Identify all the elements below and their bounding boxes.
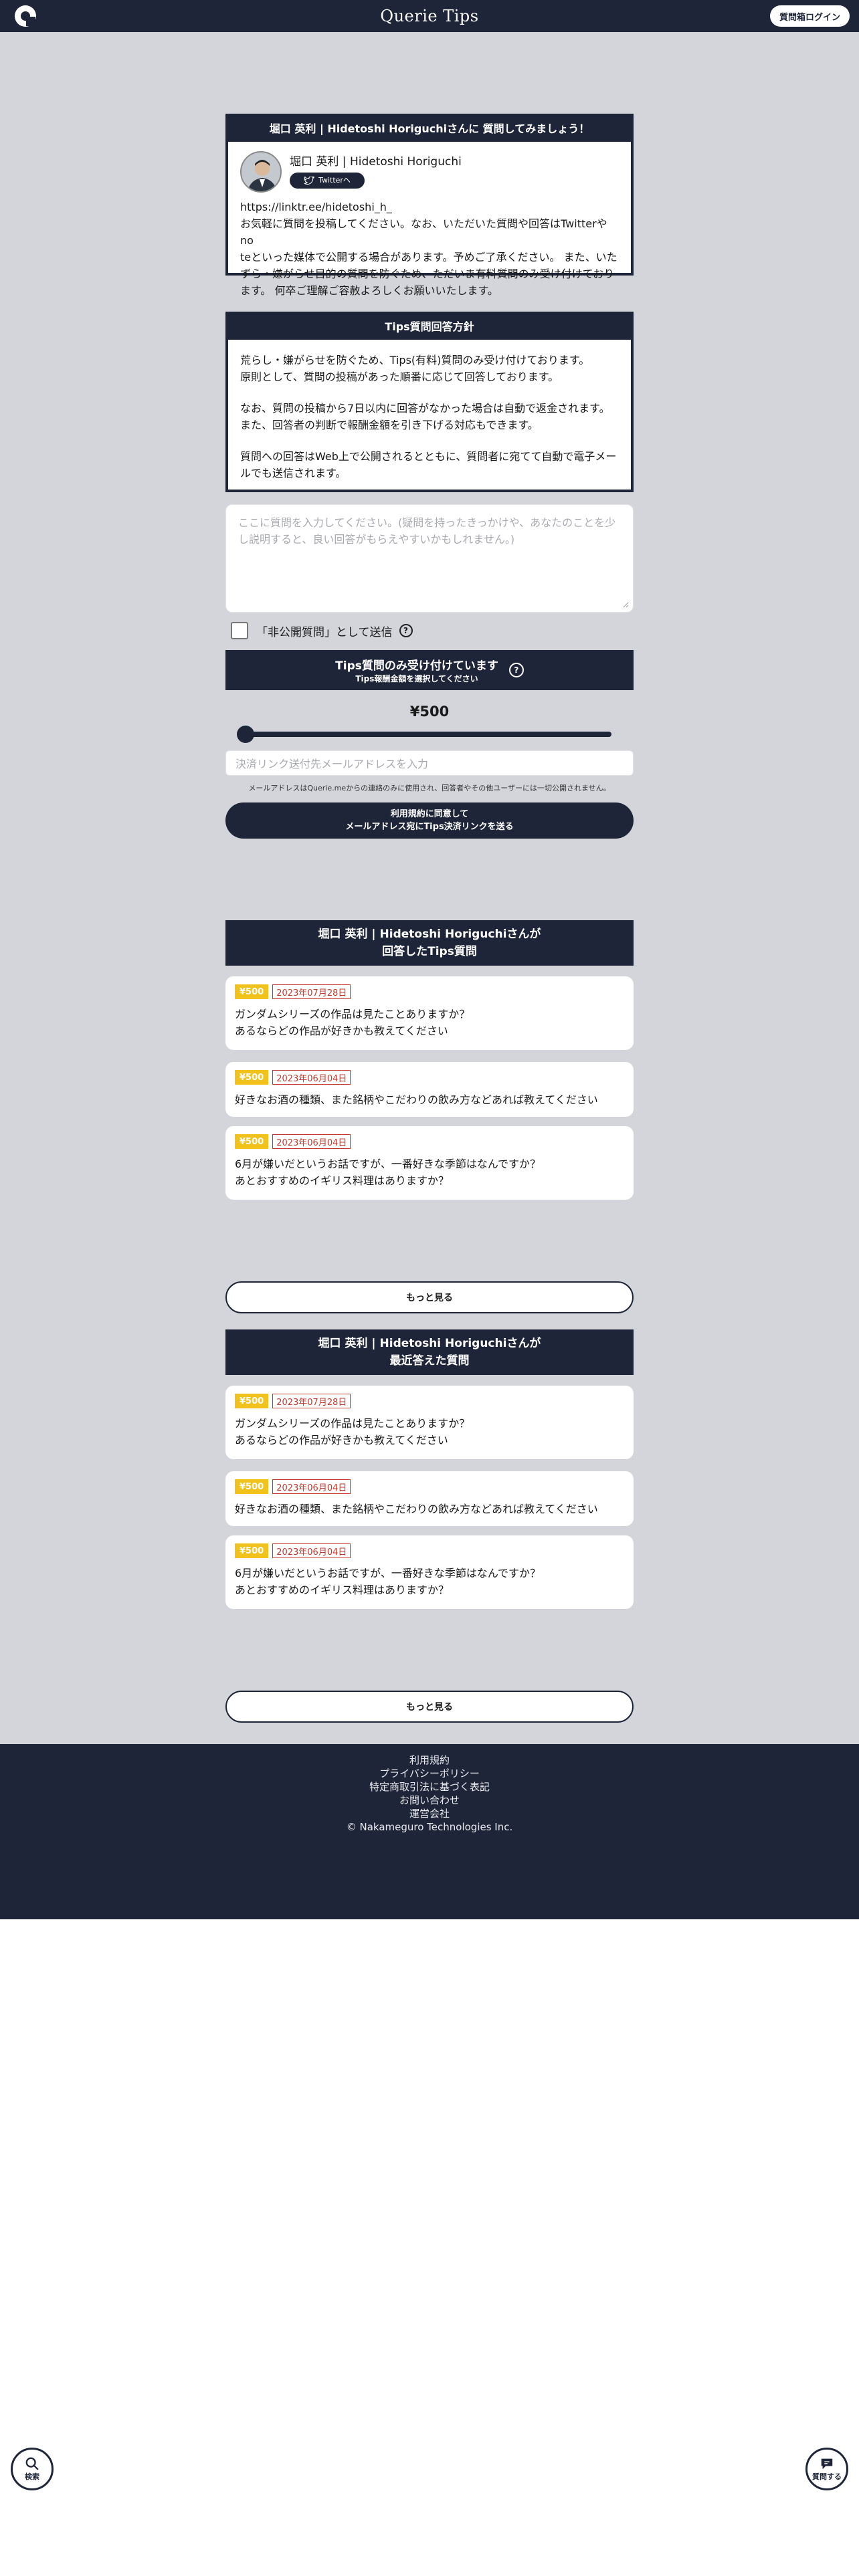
section-heading-line: 最近答えた質問	[389, 1354, 470, 1368]
price-tag: ¥500	[235, 1134, 269, 1149]
question-card[interactable]: ¥500 2023年06月04日 6月が嫌いだというお話ですが、一番好きな季節は…	[225, 1126, 634, 1200]
footer-copyright: © Nakameguro Technologies Inc.	[346, 1821, 513, 1833]
private-question-option: 「非公開質問」として送信 ?	[231, 622, 413, 639]
email-notice: メールアドレスはQuerie.meからの連絡のみに使用され、回答者やその他ユーザ…	[248, 784, 611, 792]
avatar	[240, 151, 282, 193]
main-content: 堀口 英利 | Hidetoshi Horiguchiさんに 質問してみましょう…	[0, 32, 859, 1744]
profile-card-heading: 堀口 英利 | Hidetoshi Horiguchiさんに 質問してみましょう…	[225, 114, 634, 142]
email-input[interactable]: 決済リンク送付先メールアドレスを入力	[225, 750, 634, 776]
twitter-button[interactable]: Twitterへ	[290, 173, 365, 189]
send-payment-link-button[interactable]: 利用規約に同意して メールアドレス宛にTips決済リンクを送る	[225, 802, 634, 839]
policy-line: なお、質問の投稿から7日以内に回答がなかった場合は自動で返金されます。	[240, 402, 610, 415]
price-tag: ¥500	[235, 984, 269, 999]
more-answered-button[interactable]: もっと見る	[225, 1281, 634, 1313]
question-card[interactable]: ¥500 2023年06月04日 6月が嫌いだというお話ですが、一番好きな季節は…	[225, 1535, 634, 1609]
email-placeholder: 決済リンク送付先メールアドレスを入力	[235, 758, 429, 770]
policy-line: ルでも送信されます。	[240, 467, 347, 479]
question-text: あとおすすめのイギリス料理はありますか？	[235, 1174, 450, 1187]
price-slider-track[interactable]	[240, 732, 611, 737]
price-tag: ¥500	[235, 1543, 269, 1558]
policy-paragraph: なお、質問の投稿から7日以内に回答がなかった場合は自動で返金されます。 また、回…	[240, 400, 619, 433]
date-tag: 2023年06月04日	[272, 1543, 351, 1558]
policy-line: 荒らし・嫌がらせを防ぐため、Tips(有料)質問のみ受け付けております。	[240, 354, 590, 366]
price-slider-thumb[interactable]	[237, 726, 254, 743]
footer-link-contact[interactable]: お問い合わせ	[0, 1794, 859, 1807]
question-textarea[interactable]: ここに質問を入力してください。(疑問を持ったきっかけや、あなたのことを少 し説明…	[225, 504, 634, 613]
help-icon[interactable]: ?	[399, 624, 413, 637]
footer-link-terms[interactable]: 利用規約	[0, 1753, 859, 1767]
section-heading-line: 回答したTips質問	[382, 945, 477, 958]
question-card[interactable]: ¥500 2023年07月28日 ガンダムシリーズの作品は見たことありますか？ …	[225, 976, 634, 1050]
profile-name: 堀口 英利 | Hidetoshi Horiguchi	[290, 155, 462, 169]
question-card[interactable]: ¥500 2023年06月04日 好きなお酒の種類、また銘柄やこだわりの飲み方な…	[225, 1471, 634, 1526]
date-tag: 2023年07月28日	[272, 1394, 351, 1408]
section-heading-line: 堀口 英利 | Hidetoshi Horiguchiさんが	[318, 928, 541, 941]
policy-card-heading: Tips質問回答方針	[225, 312, 634, 340]
policy-card: Tips質問回答方針 荒らし・嫌がらせを防ぐため、Tips(有料)質問のみ受け付…	[225, 312, 634, 492]
resize-handle-icon[interactable]	[622, 601, 629, 608]
send-button-line: メールアドレス宛にTips決済リンクを送る	[345, 822, 514, 832]
price-display: ¥500	[409, 704, 450, 720]
top-header: Querie Tips 質問箱ログイン	[0, 0, 859, 32]
profile-link[interactable]: https://linktr.ee/hidetoshi_h_	[240, 199, 620, 215]
price-tag: ¥500	[235, 1479, 269, 1494]
question-text: あるならどの作品が好きかも教えてください	[235, 1434, 448, 1446]
profile-card: 堀口 英利 | Hidetoshi Horiguchiさんに 質問してみましょう…	[225, 114, 634, 297]
search-icon	[25, 2457, 39, 2470]
question-text: ガンダムシリーズの作品は見たことありますか？	[235, 1417, 470, 1430]
price-tag: ¥500	[235, 1070, 269, 1085]
policy-line: 原則として、質問の投稿があった順番に応じて回答しております。	[240, 370, 559, 383]
question-text: ガンダムシリーズの作品は見たことありますか？	[235, 1008, 470, 1021]
private-checkbox[interactable]	[231, 622, 248, 639]
question-text: 6月が嫌いだというお話ですが、一番好きな季節はなんですか？	[235, 1158, 541, 1170]
ask-fab-label: 質問する	[812, 2472, 842, 2481]
intro-line: お気軽に質問を投稿してください。なお、いただいた質問や回答はTwitterやno	[240, 217, 607, 247]
placeholder-line: し説明すると、良い回答がもらえやすいかもしれません。)	[238, 533, 515, 546]
profile-intro: お気軽に質問を投稿してください。なお、いただいた質問や回答はTwitterやno…	[240, 215, 620, 299]
private-label[interactable]: 「非公開質問」として送信	[256, 623, 393, 639]
footer-link-commerce-law[interactable]: 特定商取引法に基づく表記	[0, 1780, 859, 1794]
policy-paragraph: 荒らし・嫌がらせを防ぐため、Tips(有料)質問のみ受け付けております。 原則と…	[240, 352, 619, 385]
login-button[interactable]: 質問箱ログイン	[769, 5, 850, 27]
answered-section-heading: 堀口 英利 | Hidetoshi Horiguchiさんが 回答したTips質…	[225, 920, 634, 966]
site-title: Querie Tips	[380, 7, 479, 25]
intro-line: ます。 何卒ご理解ご容赦よろしくお願いいたします。	[240, 284, 498, 297]
date-tag: 2023年06月04日	[272, 1070, 351, 1085]
date-tag: 2023年06月04日	[272, 1134, 351, 1149]
section-heading-line: 堀口 英利 | Hidetoshi Horiguchiさんが	[318, 1337, 541, 1350]
recent-section-heading: 堀口 英利 | Hidetoshi Horiguchiさんが 最近答えた質問	[225, 1329, 634, 1375]
footer-link-privacy[interactable]: プライバシーポリシー	[0, 1767, 859, 1780]
footer: 利用規約 プライバシーポリシー 特定商取引法に基づく表記 お問い合わせ 運営会社…	[0, 1744, 859, 1919]
policy-line: また、回答者の判断で報酬金額を引き下げる対応もできます。	[240, 419, 539, 431]
price-tag: ¥500	[235, 1394, 269, 1408]
chat-bubble-icon	[821, 2458, 833, 2470]
search-fab[interactable]: 検索	[11, 2448, 54, 2490]
question-card[interactable]: ¥500 2023年07月28日 ガンダムシリーズの作品は見たことありますか？ …	[225, 1386, 634, 1459]
question-text: あとおすすめのイギリス料理はありますか？	[235, 1584, 450, 1596]
question-text: 6月が嫌いだというお話ですが、一番好きな季節はなんですか？	[235, 1567, 541, 1580]
footer-link-company[interactable]: 運営会社	[0, 1807, 859, 1820]
question-text: あるならどの作品が好きかも教えてください	[235, 1025, 448, 1037]
intro-line: ずら・嫌がらせ目的の質問を防ぐため、ただいま有料質問のみ受け付けており	[240, 267, 615, 280]
tips-banner: Tips質問のみ受け付けています Tips報酬金額を選択してください ?	[225, 650, 634, 690]
send-button-line: 利用規約に同意して	[390, 809, 469, 819]
date-tag: 2023年06月04日	[272, 1479, 351, 1494]
twitter-button-label: Twitterへ	[318, 176, 351, 185]
policy-paragraph: 質問への回答はWeb上で公開されるとともに、質問者に宛てて自動で電子メー ルでも…	[240, 448, 619, 481]
placeholder-line: ここに質問を入力してください。(疑問を持ったきっかけや、あなたのことを少	[238, 516, 616, 529]
question-text: 好きなお酒の種類、また銘柄やこだわりの飲み方などあれば教えてください	[235, 1093, 598, 1106]
more-recent-button[interactable]: もっと見る	[225, 1691, 634, 1723]
date-tag: 2023年07月28日	[272, 984, 351, 999]
tips-title: Tips質問のみ受け付けています	[335, 659, 498, 673]
ask-fab[interactable]: 質問する	[805, 2448, 848, 2490]
querie-logo-icon[interactable]	[13, 4, 37, 28]
question-card[interactable]: ¥500 2023年06月04日 好きなお酒の種類、また銘柄やこだわりの飲み方な…	[225, 1062, 634, 1117]
question-text: 好きなお酒の種類、また銘柄やこだわりの飲み方などあれば教えてください	[235, 1503, 598, 1515]
twitter-icon	[304, 176, 315, 185]
tips-subtitle: Tips報酬金額を選択してください	[355, 674, 478, 683]
intro-line: teといった媒体で公開する場合があります。予めご了承ください。 また、いた	[240, 251, 617, 263]
policy-line: 質問への回答はWeb上で公開されるとともに、質問者に宛てて自動で電子メー	[240, 450, 617, 463]
search-fab-label: 検索	[25, 2472, 39, 2481]
tips-help-icon[interactable]: ?	[508, 663, 524, 677]
